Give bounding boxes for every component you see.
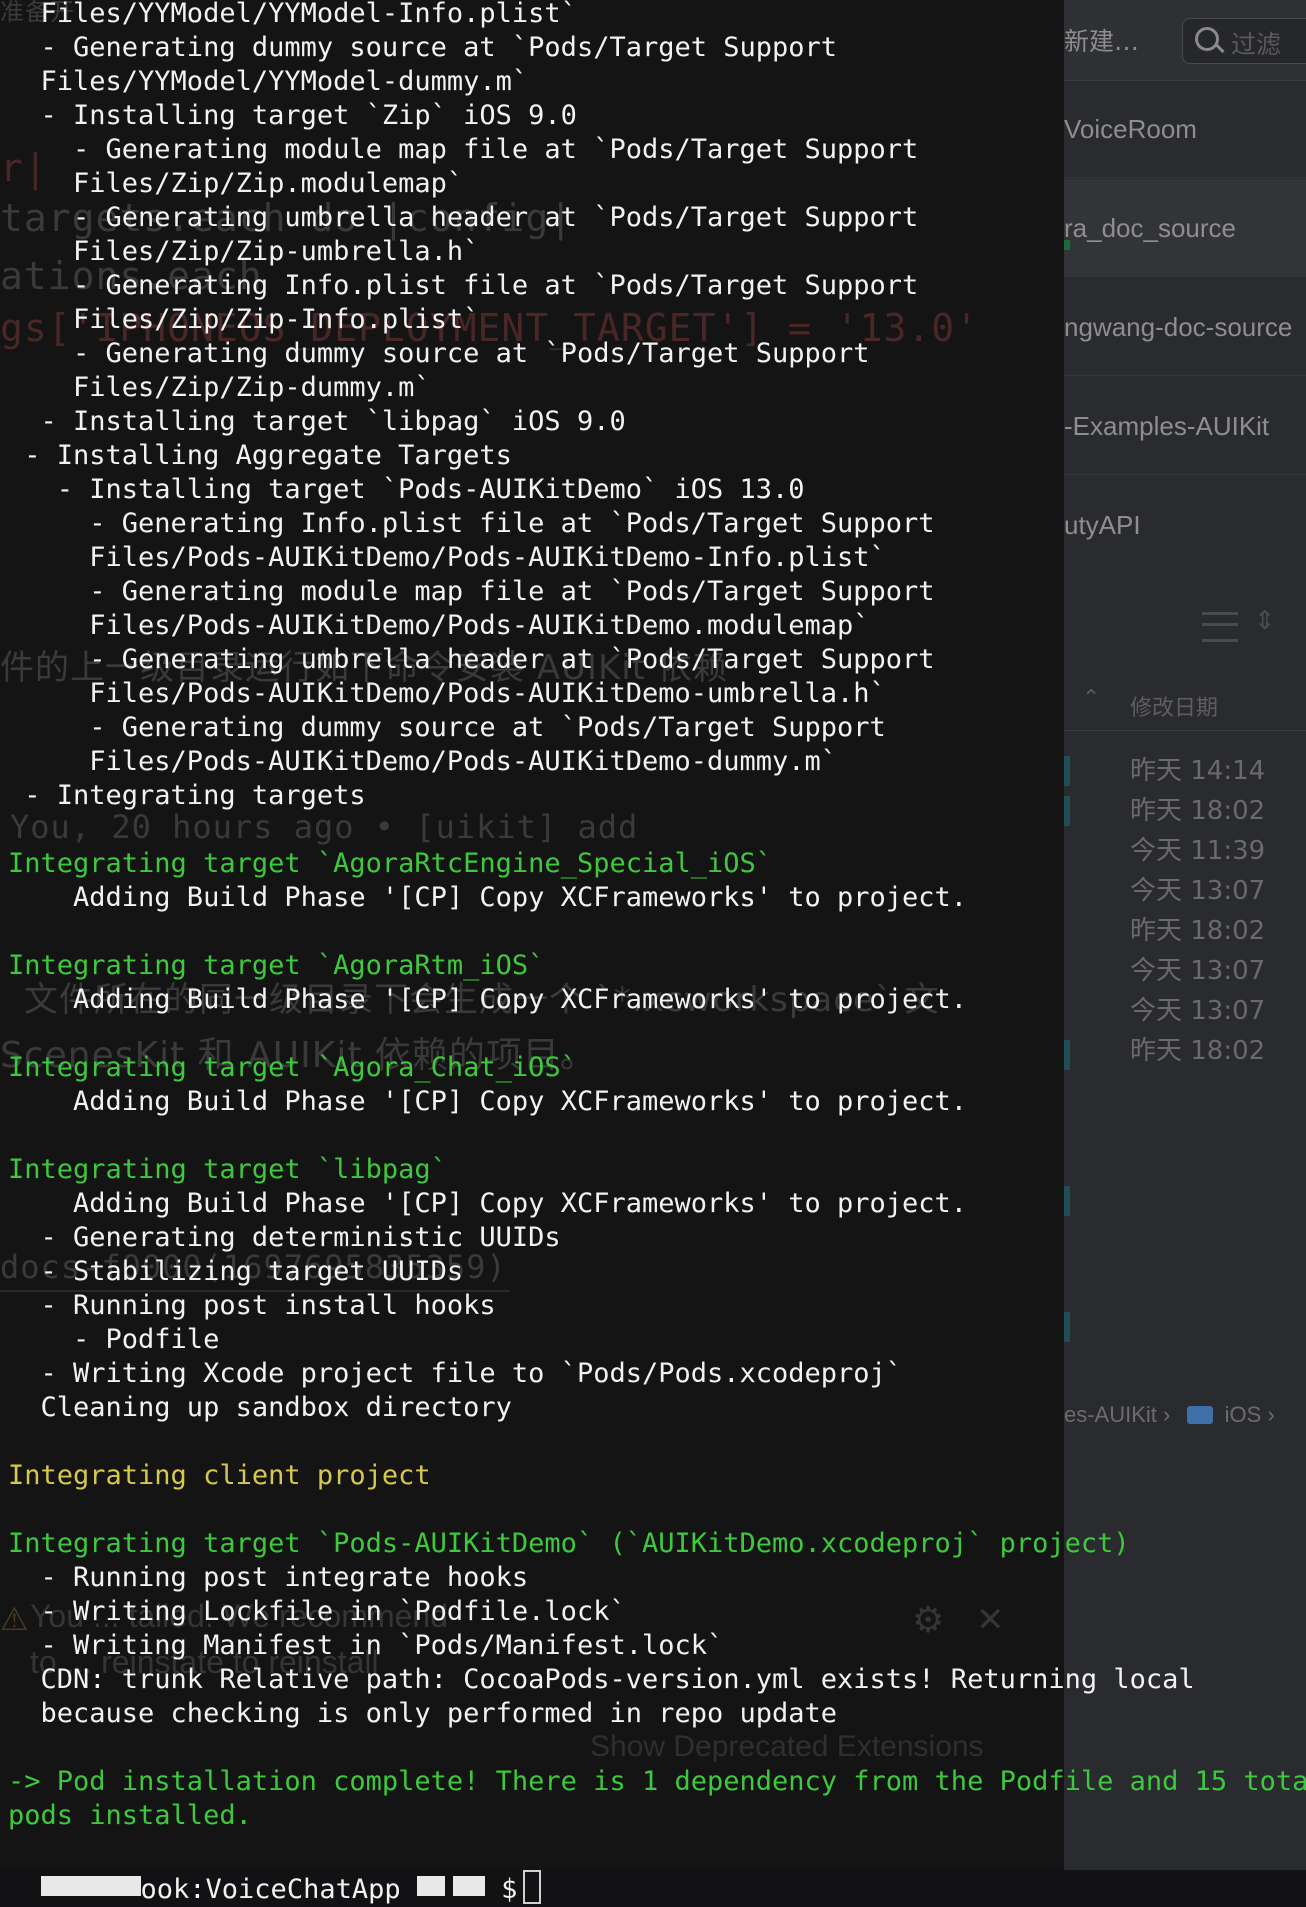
terminal-line: - Generating Info.plist file at `Pods/Ta… — [8, 270, 919, 301]
terminal-line: Adding Build Phase '[CP] Copy XCFramewor… — [8, 1086, 968, 1117]
terminal-line: - Generating dummy source at `Pods/Targe… — [8, 338, 870, 369]
terminal-line: Files/Zip/Zip-umbrella.h` — [8, 236, 480, 267]
redacted-text — [452, 1876, 485, 1896]
terminal-line: Files/Pods-AUIKitDemo/Pods-AUIKitDemo-um… — [8, 678, 886, 709]
terminal-line: - Stabilizing target UUIDs — [8, 1256, 464, 1287]
terminal-line: Files/YYModel/YYModel-dummy.m` — [8, 66, 529, 97]
terminal-line: Files/Zip/Zip-Info.plist` — [8, 304, 480, 335]
terminal-line: -> Pod installation complete! There is 1… — [8, 1766, 1306, 1797]
terminal-line: - Writing Lockfile in `Podfile.lock` — [8, 1596, 626, 1627]
shell-prompt[interactable]: ook:VoiceChatApp $ — [8, 1836, 542, 1905]
terminal-line: CDN: trunk Relative path: CocoaPods-vers… — [8, 1664, 1195, 1695]
terminal-line: Integrating target `Agora_Chat_iOS` — [8, 1052, 577, 1083]
terminal-line: - Generating umbrella header at `Pods/Ta… — [8, 644, 935, 675]
terminal-line: - Generating module map file at `Pods/Ta… — [8, 134, 919, 165]
terminal-line: Files/Pods-AUIKitDemo/Pods-AUIKitDemo-du… — [8, 746, 838, 777]
terminal-line: Cleaning up sandbox directory — [8, 1392, 512, 1423]
terminal-line: Integrating client project — [8, 1460, 431, 1491]
terminal-line: - Running post install hooks — [8, 1290, 496, 1321]
terminal-line: - Generating module map file at `Pods/Ta… — [8, 576, 935, 607]
terminal-line: Adding Build Phase '[CP] Copy XCFramewor… — [8, 882, 968, 913]
terminal-line: - Installing target `Pods-AUIKitDemo` iO… — [8, 474, 805, 505]
terminal-line: - Integrating targets — [8, 780, 366, 811]
terminal-line: - Generating deterministic UUIDs — [8, 1222, 561, 1253]
terminal-line: - Generating dummy source at `Pods/Targe… — [8, 32, 838, 63]
terminal-line: - Running post integrate hooks — [8, 1562, 529, 1593]
terminal-line: - Generating umbrella header at `Pods/Ta… — [8, 202, 919, 233]
redacted-text — [416, 1876, 445, 1896]
terminal-line: - Generating Info.plist file at `Pods/Ta… — [8, 508, 935, 539]
terminal-line: - Generating dummy source at `Pods/Targe… — [8, 712, 886, 743]
terminal-line: - Writing Xcode project file to `Pods/Po… — [8, 1358, 903, 1389]
text-cursor — [523, 1870, 542, 1904]
terminal-line: pods installed. — [8, 1800, 252, 1831]
terminal-output: Files/YYModel/YYModel-Info.plist` - Gene… — [0, 0, 1306, 1870]
terminal-line: Integrating target `Pods-AUIKitDemo` (`A… — [8, 1528, 1130, 1559]
terminal-line: Files/YYModel/YYModel-Info.plist` — [8, 0, 577, 29]
terminal-line: - Installing Aggregate Targets — [8, 440, 512, 471]
terminal-line: Adding Build Phase '[CP] Copy XCFramewor… — [8, 984, 968, 1015]
terminal-line: - Installing target `libpag` iOS 9.0 — [8, 406, 626, 437]
terminal-line: - Writing Manifest in `Pods/Manifest.loc… — [8, 1630, 724, 1661]
terminal-line: Files/Pods-AUIKitDemo/Pods-AUIKitDemo-In… — [8, 542, 886, 573]
terminal-line: - Installing target `Zip` iOS 9.0 — [8, 100, 577, 131]
terminal-line: Files/Pods-AUIKitDemo/Pods-AUIKitDemo.mo… — [8, 610, 870, 641]
prompt-symbol: $ — [501, 1874, 518, 1905]
terminal-line: Integrating target `libpag` — [8, 1154, 447, 1185]
redacted-text — [40, 1876, 141, 1896]
terminal-line: Files/Zip/Zip-dummy.m` — [8, 372, 431, 403]
terminal-line: because checking is only performed in re… — [8, 1698, 838, 1729]
terminal-line: Integrating target `AgoraRtcEngine_Speci… — [8, 848, 773, 879]
terminal-line: - Podfile — [8, 1324, 220, 1355]
prompt-host: ook:VoiceChatApp — [140, 1874, 401, 1905]
terminal-line: Integrating target `AgoraRtm_iOS` — [8, 950, 545, 981]
terminal-line: Adding Build Phase '[CP] Copy XCFramewor… — [8, 1188, 968, 1219]
terminal-line: Files/Zip/Zip.modulemap` — [8, 168, 464, 199]
